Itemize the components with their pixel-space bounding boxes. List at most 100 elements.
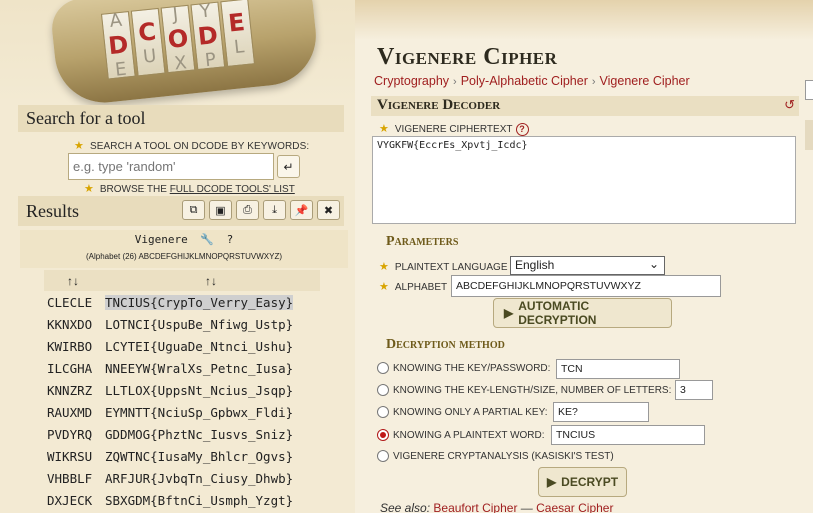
decorative-banner	[355, 0, 813, 40]
decoder-section-header: Vigenere Decoder ↺	[371, 96, 799, 116]
logo-letter: A	[108, 9, 123, 32]
method-keylength-option[interactable]: KNOWING THE KEY-LENGTH/SIZE, NUMBER OF L…	[377, 384, 671, 396]
result-key: RAUXMD	[47, 404, 93, 420]
partial-key-input[interactable]: KE?	[553, 402, 649, 422]
breadcrumb-poly-alphabetic[interactable]: Poly-Alphabetic Cipher	[461, 74, 588, 88]
main-panel: Vigenere Cipher Cryptography › Poly-Alphab…	[355, 0, 813, 513]
browse-prefix: BROWSE THE	[99, 184, 170, 195]
method-keylength-radio[interactable]	[377, 384, 389, 396]
logo-letter: J	[171, 3, 180, 26]
result-text[interactable]: SBXGDM{BftnCi_Usmph_Yzgt}	[105, 493, 293, 508]
play-icon: ▶	[504, 306, 514, 320]
search-tool-heading: Search for a tool	[18, 105, 344, 132]
see-also-caesar-link[interactable]: Caesar Cipher	[536, 501, 613, 513]
help-icon[interactable]: ?	[515, 123, 529, 136]
logo-letter-wheel: JOX	[160, 3, 196, 75]
method-plaintext-word-radio[interactable]	[377, 429, 389, 441]
decrypt-label: DECRYPT	[561, 475, 619, 489]
print-icon: ⎙	[243, 203, 252, 216]
download-icon: ⤓	[272, 203, 277, 216]
method-key-option[interactable]: KNOWING THE KEY/PASSWORD:	[377, 362, 550, 374]
print-button[interactable]: ⎙	[236, 200, 259, 220]
method-partial-key-option[interactable]: KNOWING ONLY A PARTIAL KEY:	[377, 406, 548, 418]
result-text[interactable]: EYMNTT{NciuSp_Gpbwx_Fldi}	[105, 405, 293, 420]
method-plaintext-word-option[interactable]: KNOWING A PLAINTEXT WORD:	[377, 429, 545, 441]
table-row[interactable]: DXJECK SBXGDM{BftnCi_Usmph_Yzgt}	[44, 489, 320, 511]
copy-button[interactable]: ⧉	[182, 200, 205, 220]
help-icon[interactable]: ?	[227, 233, 234, 246]
refresh-icon[interactable]: ↺	[784, 97, 795, 113]
result-text[interactable]: TNCIUS{CrypTo_Verry_Easy}	[105, 294, 294, 310]
search-submit-button[interactable]: ↵	[277, 155, 300, 178]
logo-letter-wheel: YDP	[190, 0, 226, 71]
sort-key-column[interactable]: ↑↓	[44, 270, 102, 291]
result-text-cell: GDDMOG{PhztNc_Iusvs_Sniz}	[102, 423, 320, 445]
table-row[interactable]: KNNZRZ LLTLOX{UppsNt_Ncius_Jsqp}	[44, 379, 320, 401]
copy-icon: ⧉	[189, 203, 198, 216]
decoder-title: Vigenere Decoder	[377, 97, 501, 113]
plaintext-language-label-text: PLAINTEXT LANGUAGE	[394, 262, 508, 273]
alphabet-label-text: ALPHABET	[394, 282, 448, 293]
logo-letter: D	[106, 30, 130, 61]
sort-text-column[interactable]: ↑↓	[102, 270, 320, 291]
table-row[interactable]: PVDYRQ GDDMOG{PhztNc_Iusvs_Sniz}	[44, 423, 320, 445]
table-row[interactable]: VHBBLF ARFJUR{JvbqTn_Ciusy_Dhwb}	[44, 467, 320, 489]
save-icon: ▣	[215, 204, 226, 217]
key-password-input[interactable]: TCN	[556, 359, 680, 379]
table-row[interactable]: CLECLE TNCIUS{CrypTo_Verry_Easy}	[44, 291, 320, 313]
alphabet-note: (Alphabet (26) ABCDEFGHIJKLMNOPQRSTUVWXY…	[85, 252, 283, 261]
left-sidebar: ADECUJOXYDPEL Search for a tool ★ SEARCH …	[0, 0, 355, 513]
table-row[interactable]: KKNXDO LOTNCI{UspuBe_Nfiwg_Ustp}	[44, 313, 320, 335]
alphabet-input[interactable]: ABCDEFGHIJKLMNOPQRSTUVWXYZ	[451, 275, 721, 297]
result-key: PVDYRQ	[47, 426, 93, 442]
ciphertext-label: ★ VIGENERE CIPHERTEXT?	[379, 122, 529, 136]
full-tools-list-link[interactable]: FULL DCODE TOOLS' LIST	[170, 184, 295, 195]
table-row[interactable]: RAUXMD EYMNTT{NciuSp_Gpbwx_Fldi}	[44, 401, 320, 423]
result-text[interactable]: GDDMOG{PhztNc_Iusvs_Sniz}	[105, 427, 293, 442]
tool-search-input[interactable]	[68, 153, 274, 180]
method-kasiski-radio[interactable]	[377, 450, 389, 462]
logo-letter-wheel: ADE	[100, 9, 136, 81]
method-partial-key-radio[interactable]	[377, 406, 389, 418]
see-also-beaufort-link[interactable]: Beaufort Cipher	[433, 501, 517, 513]
search-hint: ★ SEARCH A TOOL ON DCODE BY KEYWORDS:	[74, 139, 309, 152]
close-button[interactable]: ✖	[317, 200, 340, 220]
wrench-icon[interactable]: 🔧	[200, 233, 214, 246]
result-text[interactable]: LCYTEI{UguaDe_Ntnci_Ushu}	[105, 339, 293, 354]
result-text[interactable]: ARFJUR{JvbqTn_Ciusy_Dhwb}	[105, 471, 293, 486]
automatic-decryption-button[interactable]: ▶ AUTOMATIC DECRYPTION	[493, 298, 672, 328]
plaintext-language-select[interactable]: English ⌄	[510, 256, 665, 275]
result-key: DXJECK	[47, 492, 93, 508]
table-row[interactable]: KWIRBO LCYTEI{UguaDe_Ntnci_Ushu}	[44, 335, 320, 357]
method-key-radio[interactable]	[377, 362, 389, 374]
download-button[interactable]: ⤓	[263, 200, 286, 220]
result-text[interactable]: ZQWTNC{IusaMy_Bhlcr_Ogvs}	[105, 449, 293, 464]
method-kasiski-option[interactable]: VIGENERE CRYPTANALYSIS (KASISKI'S TEST)	[377, 450, 614, 462]
pin-button[interactable]: 📌	[290, 200, 313, 220]
logo-letter: O	[166, 24, 190, 54]
plaintext-word-input[interactable]: TNCIUS	[551, 425, 705, 445]
results-header: Vigenere 🔧 ? (Alphabet (26) ABCDEFGHIJKL…	[20, 230, 348, 268]
breadcrumb-cryptography[interactable]: Cryptography	[374, 74, 449, 88]
result-text[interactable]: NNEEYW{WralXs_Petnc_Iusa}	[105, 361, 293, 376]
see-also: See also: Beaufort Cipher — Caesar Ciphe…	[380, 501, 613, 513]
logo-area: ADECUJOXYDPEL	[0, 0, 355, 108]
logo-letter: X	[173, 52, 188, 75]
result-text-cell: LCYTEI{UguaDe_Ntnci_Ushu}	[102, 335, 320, 357]
side-tab[interactable]	[805, 80, 813, 100]
result-text[interactable]: LOTNCI{UspuBe_Nfiwg_Ustp}	[105, 317, 293, 332]
ciphertext-textarea[interactable]: VYGKFW{EccrEs_Xpvtj_Icdc}	[372, 136, 796, 224]
key-length-input[interactable]: 3	[675, 380, 713, 400]
method-kasiski-label: VIGENERE CRYPTANALYSIS (KASISKI'S TEST)	[393, 450, 614, 462]
plaintext-language-value: English	[515, 258, 555, 272]
results-table: ↑↓ ↑↓ CLECLE TNCIUS{CrypTo_Verry_Easy} KKN…	[44, 270, 320, 511]
browse-tools: ★ BROWSE THE FULL DCODE TOOLS' LIST	[84, 182, 295, 195]
table-row[interactable]: WIKRSU ZQWTNC{IusaMy_Bhlcr_Ogvs}	[44, 445, 320, 467]
save-button[interactable]: ▣	[209, 200, 232, 220]
table-row[interactable]: ILCGHA NNEEYW{WralXs_Petnc_Iusa}	[44, 357, 320, 379]
result-text[interactable]: LLTLOX{UppsNt_Ncius_Jsqp}	[105, 383, 293, 398]
logo-letter: E	[114, 58, 128, 81]
play-icon: ▶	[546, 475, 557, 489]
breadcrumb-vigenere[interactable]: Vigenere Cipher	[600, 74, 690, 88]
decrypt-button[interactable]: ▶ DECRYPT	[538, 467, 627, 497]
